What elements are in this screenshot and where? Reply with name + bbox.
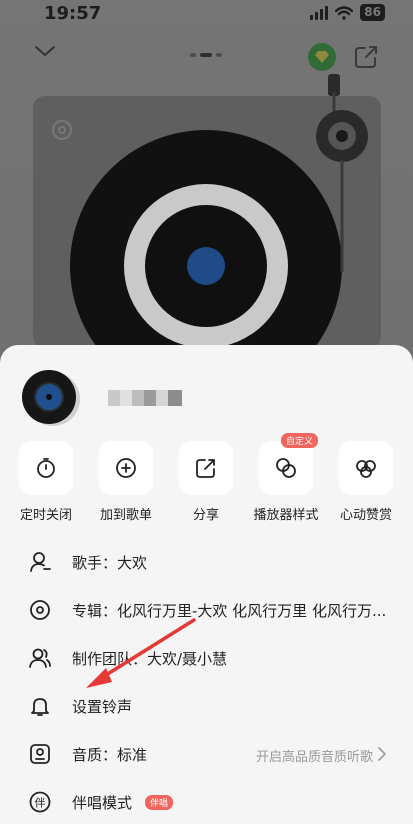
record-center: [187, 247, 225, 285]
svg-text:伴: 伴: [35, 797, 46, 810]
wifi-icon: [335, 5, 354, 20]
sound-quality-icon: [30, 744, 50, 764]
share-button[interactable]: 分享: [168, 441, 244, 523]
battery-indicator: 86: [360, 4, 385, 21]
appreciate-icon: [356, 460, 376, 478]
singer-icon: [30, 552, 51, 572]
share-icon[interactable]: [353, 44, 379, 70]
menu-item-singer[interactable]: 歌手：大欢: [0, 538, 413, 586]
chevron-right-icon: [378, 747, 386, 761]
timer-off-label: 定时关闭: [19, 508, 72, 523]
vip-badge-icon[interactable]: [308, 43, 336, 71]
karaoke-text: 伴唱模式: [72, 794, 133, 812]
player-style-button[interactable]: 自定义 播放器样式: [248, 433, 324, 523]
karaoke-badge: 伴唱: [145, 795, 174, 810]
custom-badge: 自定义: [281, 433, 319, 448]
quality-text: 音质：标准: [72, 746, 148, 764]
menu-item-team[interactable]: 制作团队：大欢/聂小慧: [0, 634, 413, 682]
menu-item-karaoke[interactable]: 伴 伴唱模式 伴唱: [0, 778, 413, 824]
song-options-sheet: 定时关闭 加到歌单 分享 自定义 播放器样式 心动赞赏 歌手：大欢 专辑：化风行…: [0, 345, 413, 824]
singer-text: 歌手：大欢: [72, 554, 148, 572]
add-to-playlist-label: 加到歌单: [99, 508, 152, 523]
timer-icon: [37, 458, 55, 478]
menu-item-ringtone[interactable]: 设置铃声: [0, 682, 413, 730]
quick-actions: 定时关闭 加到歌单 分享 自定义 播放器样式 心动赞赏: [0, 433, 413, 523]
signal-icon: [310, 5, 329, 20]
song-title-censored: [108, 390, 182, 406]
bell-icon: [31, 698, 49, 716]
team-icon: [29, 648, 51, 668]
tonearm: [316, 74, 368, 272]
team-text: 制作团队：大欢/聂小慧: [72, 650, 228, 668]
add-to-playlist-icon: [116, 458, 136, 478]
menu-item-album[interactable]: 专辑：化风行万里-大欢 化风行万里 化风行万...: [0, 586, 413, 634]
player-style-icon: [276, 458, 296, 478]
appreciate-label: 心动赞赏: [339, 508, 392, 523]
timer-off-button[interactable]: 定时关闭: [8, 441, 84, 523]
chevron-down-icon[interactable]: [34, 44, 56, 58]
karaoke-icon: 伴: [29, 791, 51, 813]
ringtone-text: 设置铃声: [72, 698, 133, 716]
status-indicators: 86: [310, 4, 385, 21]
appreciate-button[interactable]: 心动赞赏: [328, 441, 404, 523]
album-icon: [30, 600, 50, 620]
menu-item-quality[interactable]: 音质：标准 开启高品质音质听歌: [0, 730, 413, 778]
status-bar: 19:57 86: [0, 0, 413, 30]
status-time: 19:57: [44, 3, 102, 24]
album-text: 专辑：化风行万里-大欢 化风行万里 化风行万...: [72, 602, 387, 620]
player-style-label: 播放器样式: [253, 508, 319, 523]
album-cover-icon: [22, 370, 76, 424]
share-label: 分享: [192, 508, 219, 523]
quality-hint: 开启高品质音质听歌: [255, 750, 373, 765]
page-indicator: [190, 53, 222, 57]
add-to-playlist-button[interactable]: 加到歌单: [88, 441, 164, 523]
share-icon: [196, 459, 215, 478]
music-app-logo-icon: [52, 120, 72, 140]
